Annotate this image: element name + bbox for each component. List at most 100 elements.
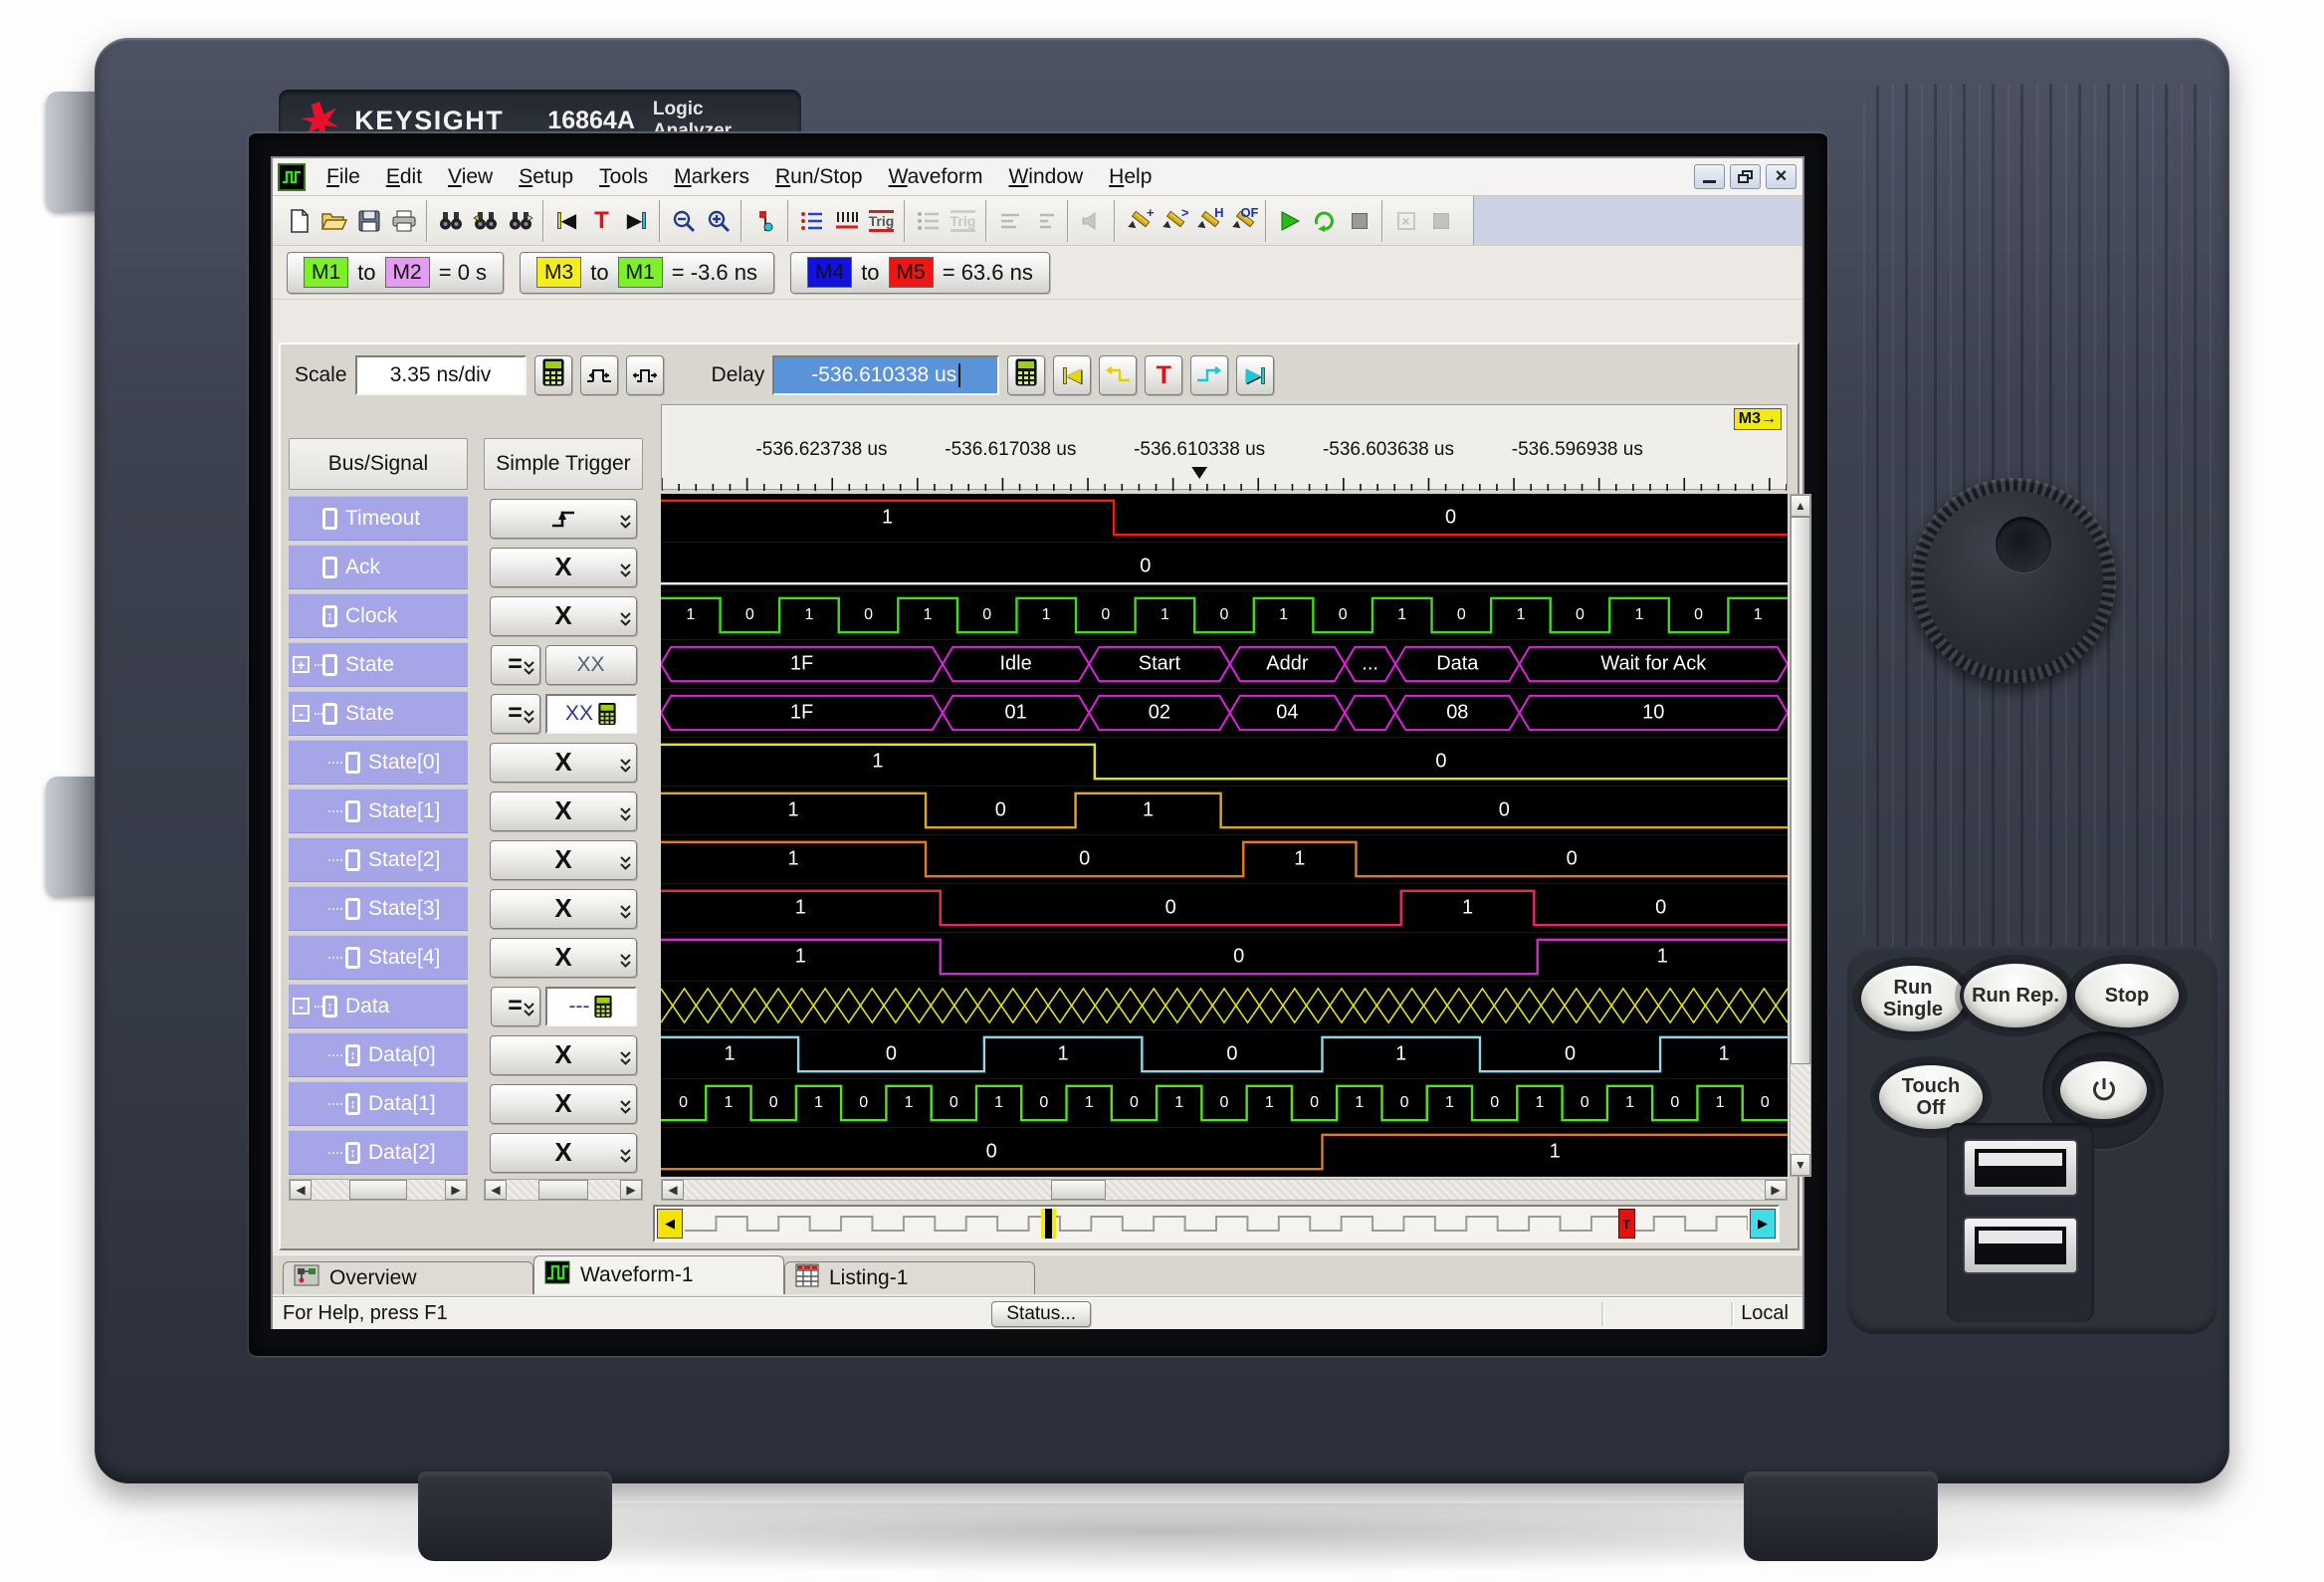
go-to-trigger-button[interactable]: T [1145,355,1183,395]
marker-pen-next-icon[interactable]: > [1156,204,1190,238]
trigger-value-button[interactable]: XX [544,644,637,685]
collapse-icon[interactable]: - [293,998,310,1015]
print-icon[interactable] [386,204,421,238]
waveform-row-state-0-[interactable]: 10 [661,738,1788,787]
go-to-previous-edge-button[interactable] [1099,355,1138,395]
run-icon[interactable] [1272,204,1307,238]
zoom-in-icon[interactable] [701,204,736,238]
find-next-icon[interactable] [503,204,537,238]
goto-trigger-icon[interactable]: T [584,204,619,238]
scale-field[interactable]: 3.35 ns/div [354,355,527,395]
waveform-row-state[interactable]: 1F Idle Start Addr... Data Wait for Ack [661,640,1788,689]
signal-row-data-1-[interactable]: ↕ Data[1] [289,1081,468,1126]
trigger-operator-dropdown[interactable]: = [490,693,540,734]
trigger-value-field[interactable]: --- [544,986,637,1026]
menu-waveform[interactable]: Waveform [876,162,996,192]
waveform-row-data-0-[interactable]: 1010101 [661,1030,1788,1079]
marker-pen-of-icon[interactable]: OF [1225,204,1260,238]
waveform-row-state-1-[interactable]: 1010 [661,787,1788,835]
waveform-plot-area[interactable]: 1 0 0 1 0 1 0 1 0 1 0 1 0 1 0 1 0 1 0 1 0 1 1F Idle Start Addr...… [661,494,1788,1177]
signal-row-clock[interactable]: ↕ Clock [289,593,468,638]
stop-acquisition-disabled-icon[interactable] [1342,204,1376,238]
tab-listing-1[interactable]: Listing-1 [784,1261,1035,1294]
waveform-row-state[interactable]: 1F 01 02 04 08 10 [661,689,1788,738]
trigger-operator-dropdown[interactable]: = [490,986,540,1026]
menu-help[interactable]: Help [1096,162,1164,192]
zoom-out-scale-button[interactable] [625,355,664,395]
delay-keypad-button[interactable] [1007,355,1046,395]
signal-row-state[interactable]: + State [289,642,468,687]
m3-marker-offscreen-chip[interactable]: M3→ [1733,408,1782,430]
trigger-operator-dropdown[interactable]: = [490,644,540,685]
usb-port-1[interactable] [1963,1139,2078,1197]
bus-signal-hscrollbar[interactable]: ◀ ▶ [289,1179,468,1201]
waveform-row-state-2-[interactable]: 1010 [661,835,1788,884]
find-previous-icon[interactable] [468,204,503,238]
sampling-setup-icon[interactable] [829,204,864,238]
marker-pair-button-M3-M1[interactable]: M3 to M1 = -3.6 ns [520,251,774,294]
open-file-icon[interactable] [317,204,351,238]
menu-edit[interactable]: Edit [373,162,435,192]
signal-row-data-2-[interactable]: ↕ Data[2] [289,1130,468,1175]
overview-view-cursor[interactable] [1040,1209,1056,1239]
scroll-left-icon[interactable]: ◀ [662,1180,684,1200]
overview-end-icon[interactable]: ▶ [1750,1209,1776,1239]
scroll-right-icon[interactable]: ▶ [1765,1180,1787,1200]
zoom-in-scale-button[interactable] [579,355,618,395]
minimize-button[interactable] [1694,164,1725,189]
run-single-button[interactable]: Run Single [1857,962,1969,1035]
simple-trigger-dropdown[interactable]: X [490,839,637,880]
simple-trigger-dropdown[interactable]: X [490,888,637,929]
simple-trigger-dropdown[interactable]: X [490,1132,637,1173]
simple-trigger-dropdown[interactable]: X [490,547,637,587]
menu-markers[interactable]: Markers [661,162,762,192]
bus-signal-header[interactable]: Bus/Signal [289,438,468,490]
marker-pair-button-M4-M5[interactable]: M4 to M5 = 63.6 ns [790,251,1050,294]
menu-setup[interactable]: Setup [506,162,586,192]
simple-trigger-dropdown[interactable]: X [490,791,637,831]
status-button[interactable]: Status... [991,1301,1092,1327]
menu-tools[interactable]: Tools [586,162,661,192]
menu-view[interactable]: View [435,162,506,192]
marker-pair-button-M1-M2[interactable]: M1 to M2 = 0 s [287,251,505,294]
waveform-row-data[interactable] [661,982,1788,1030]
overview-begin-icon[interactable]: ◀ [657,1209,683,1239]
signal-row-state-2-[interactable]: State[2] [289,837,468,882]
waveform-row-data-1-[interactable]: 0101010101010101010101010 [661,1079,1788,1128]
marker-pen-h-icon[interactable]: H [1190,204,1225,238]
signal-row-state-0-[interactable]: State[0] [289,740,468,785]
overview-trigger-marker[interactable]: T [1617,1209,1635,1239]
tab-overview[interactable]: Overview [283,1261,533,1294]
go-to-end-button[interactable]: ▶ [1236,355,1275,395]
waveform-row-state-4-[interactable]: 101 [661,933,1788,982]
simple-trigger-dropdown[interactable]: X [490,595,637,636]
signal-row-ack[interactable]: Ack [289,545,468,589]
collapse-icon[interactable]: - [293,705,310,722]
close-button[interactable]: × [1766,164,1796,189]
scroll-right-icon[interactable]: ▶ [620,1180,642,1200]
signal-row-state[interactable]: - State [289,691,468,736]
usb-port-2[interactable] [1963,1217,2078,1274]
tab-waveform-1[interactable]: Waveform-1 [533,1255,784,1294]
signal-row-data-0-[interactable]: ↕ Data[0] [289,1032,468,1077]
simple-trigger-dropdown[interactable]: X [490,937,637,978]
signal-row-data[interactable]: - ↕ Data [289,984,468,1028]
trigger-setup-icon[interactable]: Trig [864,204,899,238]
stop-button[interactable]: Stop [2071,960,2183,1031]
scroll-up-icon[interactable]: ▲ [1791,495,1810,517]
signal-row-timeout[interactable]: Timeout [289,496,468,541]
bus-signal-setup-icon[interactable] [794,204,829,238]
scroll-left-icon[interactable]: ◀ [290,1180,312,1200]
waveform-vscrollbar[interactable]: ▲ ▼ [1790,494,1811,1177]
signal-row-state-3-[interactable]: State[3] [289,886,468,931]
go-to-begin-button[interactable]: ◀ [1053,355,1092,395]
rotary-knob-face[interactable] [1924,491,2103,670]
simple-trigger-dropdown[interactable] [490,498,637,539]
scroll-left-icon[interactable]: ◀ [485,1180,507,1200]
goto-start-icon[interactable]: ◀ [549,204,584,238]
scroll-down-icon[interactable]: ▼ [1791,1154,1810,1176]
power-button[interactable] [2056,1057,2151,1123]
signal-row-state-4-[interactable]: State[4] [289,935,468,980]
run-repetitive-icon[interactable] [1307,204,1342,238]
scroll-right-icon[interactable]: ▶ [445,1180,467,1200]
